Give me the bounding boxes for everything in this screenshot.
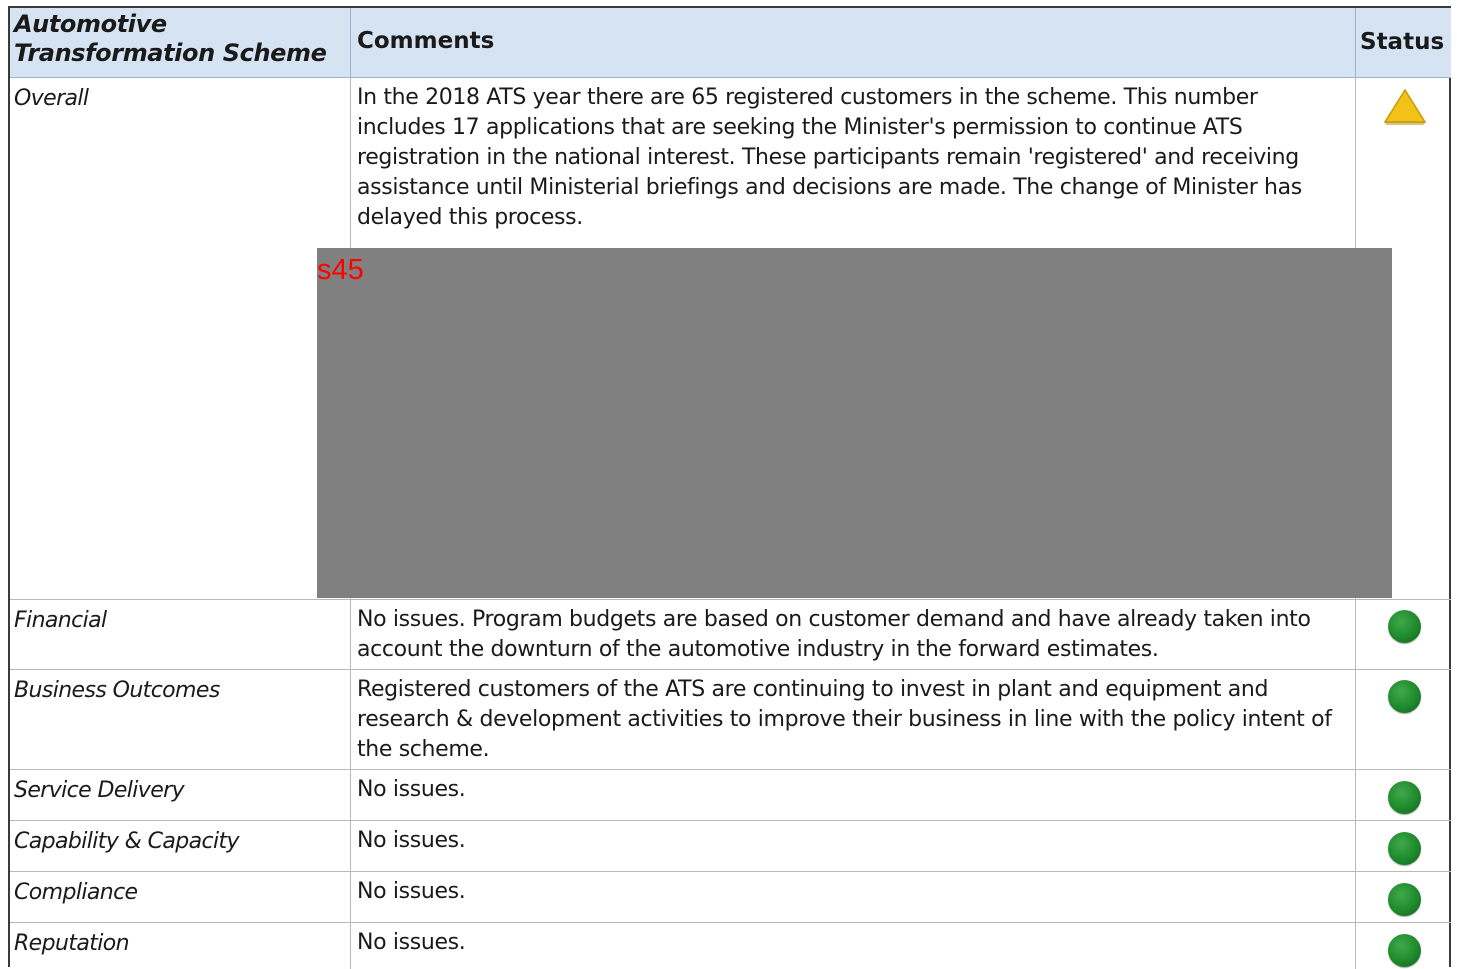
row-comment-cell: No issues. (351, 872, 1356, 922)
table-row-compliance: Compliance No issues. (10, 872, 1451, 923)
row-comment: No issues. (357, 930, 466, 955)
row-label-cell: Compliance (10, 872, 351, 922)
green-status-dot-icon (1388, 832, 1421, 865)
row-comment: No issues. (357, 879, 466, 904)
row-label: Financial (14, 608, 107, 633)
table-row-service-delivery: Service Delivery No issues. (10, 770, 1451, 821)
green-status-dot-icon (1388, 934, 1421, 967)
row-label: Overall (14, 86, 89, 111)
header-comments-cell: Comments (351, 8, 1356, 77)
row-comment-cell: No issues. (351, 770, 1356, 820)
row-status-cell (1356, 670, 1451, 769)
row-label-cell: Capability & Capacity (10, 821, 351, 871)
redaction-label: s45 (317, 254, 364, 286)
row-comment: No issues. (357, 777, 466, 802)
row-comment-cell: No issues. (351, 923, 1356, 969)
row-status-cell (1356, 821, 1451, 871)
row-status-cell (1356, 600, 1451, 669)
header-scheme-cell: Automotive Transformation Scheme (10, 8, 351, 77)
green-status-dot-icon (1388, 781, 1421, 814)
row-status-cell (1356, 770, 1451, 820)
table-header-row: Automotive Transformation Scheme Comment… (10, 8, 1451, 78)
green-status-dot-icon (1388, 883, 1421, 916)
row-status-cell (1356, 872, 1451, 922)
row-label-cell: Service Delivery (10, 770, 351, 820)
header-status-cell: Status (1356, 8, 1451, 77)
table-row-financial: Financial No issues. Program budgets are… (10, 600, 1451, 670)
header-scheme-line1: Automotive (14, 10, 167, 38)
row-label-cell: Overall (10, 78, 351, 599)
row-comment-cell: No issues. Program budgets are based on … (351, 600, 1356, 669)
row-label: Service Delivery (14, 778, 185, 803)
row-comment-cell: Registered customers of the ATS are cont… (351, 670, 1356, 769)
row-comment: In the 2018 ATS year there are 65 regist… (357, 85, 1302, 230)
row-label: Compliance (14, 880, 138, 905)
table-row-capability-capacity: Capability & Capacity No issues. (10, 821, 1451, 872)
row-comment: No issues. (357, 828, 466, 853)
row-status-cell (1356, 923, 1451, 969)
header-scheme-line2: Transformation Scheme (14, 39, 327, 67)
row-label-cell: Reputation (10, 923, 351, 969)
table-row-reputation: Reputation No issues. (10, 923, 1451, 969)
row-label-cell: Financial (10, 600, 351, 669)
table-row-business-outcomes: Business Outcomes Registered customers o… (10, 670, 1451, 770)
header-status: Status (1360, 29, 1445, 55)
row-label-cell: Business Outcomes (10, 670, 351, 769)
green-status-dot-icon (1388, 680, 1421, 713)
row-label: Reputation (14, 931, 130, 956)
green-status-dot-icon (1388, 610, 1421, 643)
row-label: Capability & Capacity (14, 829, 240, 854)
redaction-block: s45 (317, 248, 1392, 598)
warning-triangle-icon (1383, 88, 1427, 125)
header-comments: Comments (357, 28, 495, 54)
row-comment-cell: No issues. (351, 821, 1356, 871)
row-comment: No issues. Program budgets are based on … (357, 607, 1311, 662)
row-label: Business Outcomes (14, 678, 220, 703)
row-comment: Registered customers of the ATS are cont… (357, 677, 1332, 762)
